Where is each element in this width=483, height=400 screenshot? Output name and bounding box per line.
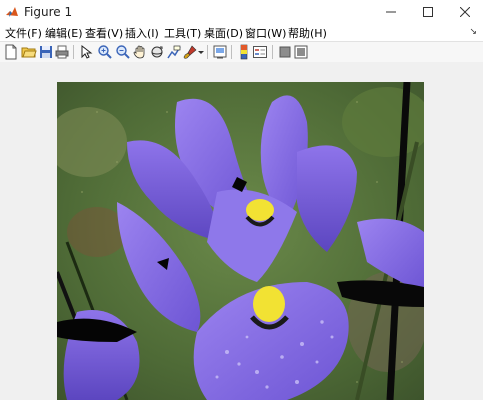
dock-arrow-icon[interactable]: ↘ — [469, 27, 477, 37]
new-figure-icon[interactable] — [3, 44, 19, 60]
insert-colorbar-icon[interactable] — [236, 44, 252, 60]
menu-file[interactable]: 文件(F) — [5, 25, 42, 41]
rotate-3d-icon[interactable] — [149, 44, 165, 60]
matlab-logo-icon — [5, 5, 19, 19]
maximize-button[interactable] — [409, 0, 447, 24]
open-file-icon[interactable] — [21, 44, 37, 60]
figure-canvas — [0, 62, 483, 400]
title-bar: Figure 1 — [0, 0, 483, 24]
show-plot-tools-icon[interactable] — [293, 44, 309, 60]
menu-insert[interactable]: 插入(I) — [125, 25, 159, 41]
minimize-button[interactable] — [372, 0, 410, 24]
menu-view[interactable]: 查看(V) — [85, 25, 123, 41]
menu-edit[interactable]: 编辑(E) — [45, 25, 83, 41]
brush-icon[interactable] — [182, 44, 198, 60]
dropdown-arrow-icon[interactable] — [197, 44, 213, 60]
data-cursor-icon[interactable] — [166, 44, 182, 60]
zoom-in-icon[interactable] — [97, 44, 113, 60]
toolbar-separator — [207, 45, 208, 59]
hide-plot-tools-icon[interactable] — [277, 44, 293, 60]
menu-window[interactable]: 窗口(W) — [245, 25, 286, 41]
pan-hand-icon[interactable] — [132, 44, 148, 60]
edit-plot-arrow-icon[interactable] — [78, 44, 94, 60]
insert-legend-icon[interactable] — [252, 44, 268, 60]
menu-bar: 文件(F) 编辑(E) 查看(V) 插入(I) 工具(T) 桌面(D) 窗口(W… — [0, 24, 483, 41]
menu-desktop[interactable]: 桌面(D) — [204, 25, 243, 41]
menu-tools[interactable]: 工具(T) — [164, 25, 201, 41]
iris-image — [57, 82, 424, 400]
figure-toolbar — [0, 41, 483, 63]
menu-help[interactable]: 帮助(H) — [288, 25, 327, 41]
window-title: Figure 1 — [24, 5, 73, 19]
toolbar-separator — [231, 45, 232, 59]
save-icon[interactable] — [38, 44, 54, 60]
toolbar-separator — [73, 45, 74, 59]
toolbar-separator — [272, 45, 273, 59]
link-plot-icon[interactable] — [212, 44, 228, 60]
close-button[interactable] — [446, 0, 483, 24]
zoom-out-icon[interactable] — [115, 44, 131, 60]
print-icon[interactable] — [54, 44, 70, 60]
